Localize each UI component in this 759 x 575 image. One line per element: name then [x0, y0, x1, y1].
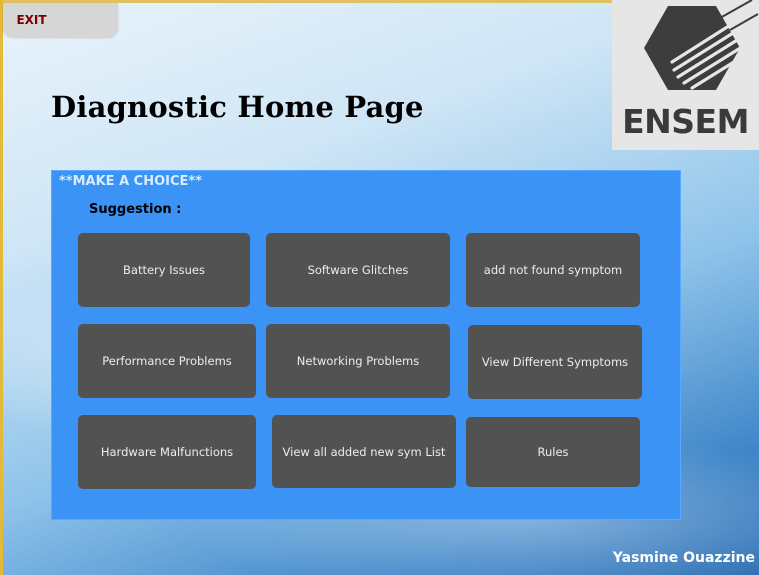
ensem-logo-text: ENSEM: [622, 102, 749, 141]
exit-button[interactable]: EXIT: [3, 3, 118, 37]
panel-title: **MAKE A CHOICE**: [59, 174, 202, 189]
performance-problems-button[interactable]: Performance Problems: [78, 324, 256, 398]
rules-button[interactable]: Rules: [466, 417, 640, 487]
ensem-logo: ENSEM: [612, 0, 759, 150]
choice-panel: **MAKE A CHOICE** Suggestion : Battery I…: [51, 170, 681, 520]
author-name: Yasmine Ouazzine: [612, 550, 755, 566]
hardware-malfunctions-button[interactable]: Hardware Malfunctions: [78, 415, 256, 489]
add-not-found-symptom-button[interactable]: add not found symptom: [466, 233, 640, 307]
view-added-symptoms-list-button[interactable]: View all added new sym List: [272, 415, 456, 488]
page-title: Diagnostic Home Page: [51, 90, 424, 124]
view-different-symptoms-button[interactable]: View Different Symptoms: [468, 325, 642, 399]
window-left-border: [0, 0, 3, 575]
ensem-logo-mark-icon: [644, 0, 759, 90]
battery-issues-button[interactable]: Battery Issues: [78, 233, 250, 307]
suggestion-label: Suggestion :: [89, 202, 182, 217]
networking-problems-button[interactable]: Networking Problems: [266, 324, 450, 398]
software-glitches-button[interactable]: Software Glitches: [266, 233, 450, 307]
exit-button-label: EXIT: [16, 13, 47, 27]
